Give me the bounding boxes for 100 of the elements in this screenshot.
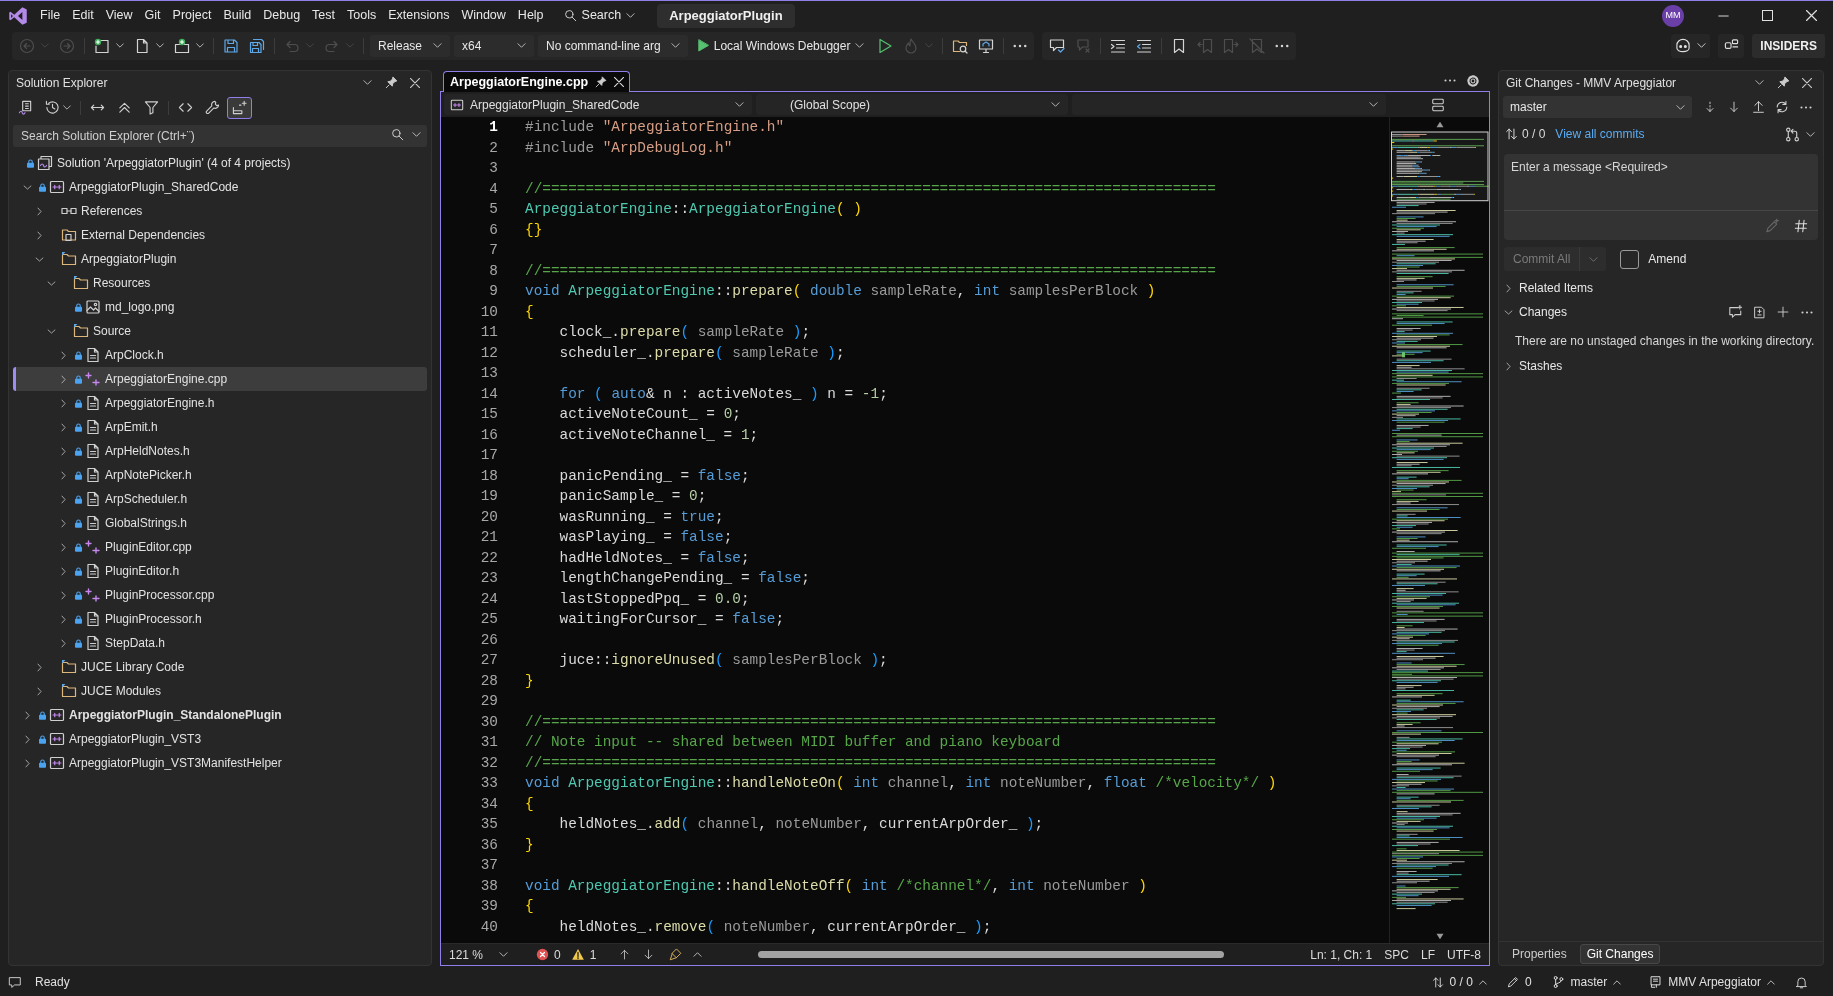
scrollbar-thumb[interactable]	[758, 951, 1225, 958]
menu-item[interactable]: File	[34, 3, 67, 28]
gear-icon[interactable]	[1466, 73, 1480, 88]
account-avatar[interactable]: MM	[1662, 4, 1684, 27]
tree-item[interactable]: PluginEditor.cpp	[13, 535, 427, 559]
chevron-right-icon[interactable]	[60, 566, 66, 576]
tree-item[interactable]: ArpeggiatorPlugin_StandalonePlugin	[13, 703, 427, 727]
tree-item[interactable]: ArpHeldNotes.h	[13, 439, 427, 463]
tree-item[interactable]: References	[13, 199, 427, 223]
caret-icon[interactable]	[412, 131, 421, 137]
tree-item[interactable]: JUCE Library Code	[13, 655, 427, 679]
tree-item[interactable]: ArpeggiatorPlugin_VST3ManifestHelper	[13, 751, 427, 775]
hash-icon[interactable]	[1794, 218, 1808, 233]
tree-item[interactable]: Resources	[13, 271, 427, 295]
indentation-mode[interactable]: SPC	[1378, 945, 1415, 964]
branch-dropdown[interactable]: master	[1503, 96, 1692, 118]
chevron-down-icon[interactable]	[46, 328, 56, 334]
file-encoding[interactable]: UTF-8	[1441, 945, 1487, 964]
menu-item[interactable]: View	[99, 3, 139, 28]
section-header[interactable]: Changes	[1504, 303, 1568, 321]
split-editor-icon[interactable]	[1431, 97, 1445, 112]
tree-item[interactable]: PluginProcessor.cpp	[13, 583, 427, 607]
chevron-right-icon[interactable]	[60, 614, 66, 624]
message-icon[interactable]	[8, 975, 22, 989]
search-icon[interactable]	[391, 127, 404, 141]
tree-item[interactable]: Source	[13, 319, 427, 343]
chevron-right-icon[interactable]	[60, 374, 66, 384]
tree-item[interactable]: ArpeggiatorEngine.h	[13, 391, 427, 415]
tree-item[interactable]: ArpClock.h	[13, 343, 427, 367]
tree-item[interactable]: ArpNotePicker.h	[13, 463, 427, 487]
chevron-right-icon[interactable]	[60, 470, 66, 480]
insiders-badge[interactable]: INSIDERS	[1752, 33, 1825, 58]
tree-item[interactable]: External Dependencies	[13, 223, 427, 247]
panel-tab[interactable]: Git Changes	[1579, 943, 1661, 964]
toolbar-dropdown[interactable]: x64	[454, 34, 534, 57]
chevron-right-icon[interactable]	[60, 398, 66, 408]
menu-item[interactable]: Extensions	[382, 3, 456, 28]
menu-item[interactable]: Build	[217, 3, 258, 28]
cursor-position[interactable]: Ln: 1, Ch: 1	[1304, 945, 1379, 964]
tree-item[interactable]: StepData.h	[13, 631, 427, 655]
menu-item[interactable]: Project	[166, 3, 218, 28]
chevron-right-icon[interactable]	[36, 686, 42, 696]
tree-item[interactable]: ArpeggiatorEngine.cpp	[13, 367, 427, 391]
branch-button[interactable]: master	[1547, 973, 1626, 991]
zoom-dropdown[interactable]: 121 %	[445, 945, 513, 964]
repository-button[interactable]: MMV Arpeggiator	[1645, 973, 1779, 991]
menu-item[interactable]: Test	[306, 3, 342, 28]
tree-item[interactable]: ArpeggiatorPlugin_SharedCode	[13, 175, 427, 199]
amend-checkbox[interactable]	[1620, 249, 1640, 269]
chevron-right-icon[interactable]	[60, 542, 66, 552]
tree-item[interactable]: Solution 'ArpeggiatorPlugin' (4 of 4 projects)	[13, 151, 427, 175]
chevron-right-icon[interactable]	[24, 758, 30, 768]
chevron-right-icon[interactable]	[60, 422, 66, 432]
menu-item[interactable]: Window	[455, 3, 512, 28]
menu-item[interactable]: Git	[138, 3, 167, 28]
tree-item[interactable]: GlobalStrings.h	[13, 511, 427, 535]
close-icon[interactable]	[614, 77, 625, 87]
chevron-right-icon[interactable]	[36, 662, 42, 672]
chevron-right-icon[interactable]	[24, 710, 30, 720]
chevron-right-icon[interactable]	[60, 446, 66, 456]
preview-button[interactable]	[227, 96, 252, 119]
start-debugging-button[interactable]: Local Windows Debugger	[691, 34, 871, 57]
view-all-commits-link[interactable]: View all commits	[1555, 125, 1645, 143]
chevron-right-icon[interactable]	[60, 350, 66, 360]
app-logo-icon[interactable]	[8, 5, 28, 26]
tree-item[interactable]: md_logo.png	[13, 295, 427, 319]
section-header[interactable]: Stashes	[1504, 357, 1563, 375]
pending-edits-button[interactable]: 0	[1502, 973, 1536, 991]
chevron-right-icon[interactable]	[60, 494, 66, 504]
pin-icon[interactable]	[595, 76, 608, 88]
commit-message-field[interactable]: Enter a message <Required>	[1504, 154, 1818, 210]
chevron-right-icon[interactable]	[24, 734, 30, 744]
project-dropdown[interactable]: ArpeggiatorPlugin_SharedCode	[444, 94, 752, 115]
panel-tab[interactable]: Properties	[1505, 943, 1574, 964]
scope-dropdown[interactable]: (Global Scope)	[756, 94, 1068, 115]
tree-item[interactable]: PluginProcessor.h	[13, 607, 427, 631]
menu-item[interactable]: Help	[511, 3, 550, 28]
chevron-down-icon[interactable]	[22, 184, 32, 190]
chevron-right-icon[interactable]	[60, 590, 66, 600]
section-header[interactable]: Related Items	[1504, 279, 1594, 297]
toolbar-dropdown[interactable]: Release	[370, 34, 450, 57]
tree-item[interactable]: ArpeggiatorPlugin_VST3	[13, 727, 427, 751]
share-button[interactable]	[1718, 33, 1745, 58]
document-tab[interactable]: ArpeggiatorEngine.cpp	[443, 71, 631, 92]
tree-item[interactable]: PluginEditor.h	[13, 559, 427, 583]
toolbar-dropdown[interactable]: No command-line arg	[538, 34, 688, 57]
chevron-down-icon[interactable]	[34, 256, 44, 262]
sync-status-button[interactable]: 0 / 0	[1427, 973, 1491, 991]
tree-item[interactable]: ArpEmit.h	[13, 415, 427, 439]
search-menu[interactable]: Search	[557, 3, 642, 28]
error-count[interactable]: 0	[536, 945, 561, 964]
tree-item[interactable]: JUCE Modules	[13, 679, 427, 703]
menu-item[interactable]: Debug	[257, 3, 307, 28]
scroll-down-icon[interactable]	[1434, 932, 1445, 940]
warning-count[interactable]: 1	[570, 945, 597, 964]
chevron-down-icon[interactable]	[46, 280, 56, 286]
menu-item[interactable]: Edit	[66, 3, 100, 28]
menu-item[interactable]: Tools	[341, 3, 383, 28]
copilot-button[interactable]	[1671, 33, 1711, 58]
tree-item[interactable]: ArpeggiatorPlugin	[13, 247, 427, 271]
